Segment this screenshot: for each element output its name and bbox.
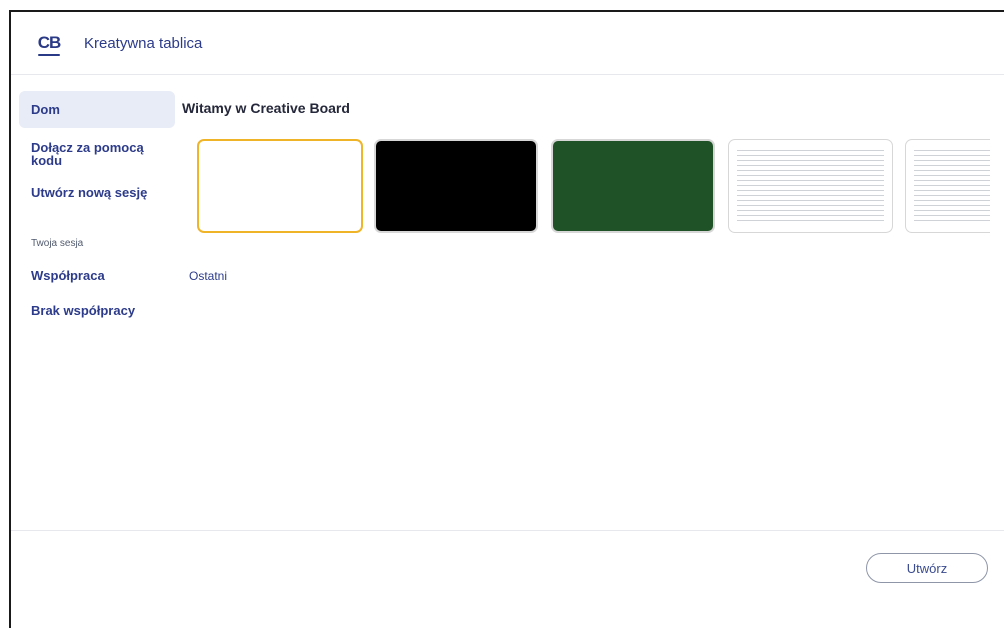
app-title: Kreatywna tablica [84, 34, 203, 52]
sidebar-item-home[interactable]: Dom [19, 91, 175, 128]
lined-pattern [914, 150, 990, 222]
sidebar-item-create-session[interactable]: Utwórz nową sesję [19, 185, 175, 200]
sidebar-item-no-collaboration[interactable]: Brak współpracy [19, 303, 175, 318]
sidebar-item-collaboration[interactable]: Współpraca [19, 268, 175, 283]
app-logo: CB [36, 30, 62, 56]
sidebar: Dom Dołącz za pomocą kodu Utwórz nową se… [19, 91, 187, 318]
app-window: CB Kreatywna tablica Dom Dołącz za pomoc… [9, 10, 1004, 628]
footer-divider [11, 530, 1004, 531]
sidebar-item-join-by-code[interactable]: Dołącz za pomocą kodu [19, 141, 175, 167]
template-white-board[interactable] [197, 139, 363, 233]
app-header: CB Kreatywna tablica [11, 12, 1004, 75]
logo-underline [38, 54, 60, 56]
recent-section-label: Ostatni [189, 269, 228, 283]
template-black-board[interactable] [374, 139, 538, 233]
template-lined-board-2[interactable] [905, 139, 990, 233]
create-button[interactable]: Utwórz [866, 553, 988, 583]
sidebar-section-label: Twoja sesja [31, 238, 84, 249]
logo-text: CB [37, 33, 62, 52]
template-lined-board[interactable] [728, 139, 893, 233]
template-list [197, 139, 990, 235]
template-green-board[interactable] [551, 139, 715, 233]
lined-pattern [737, 150, 884, 222]
page-title: Witamy w Creative Board [182, 100, 350, 116]
